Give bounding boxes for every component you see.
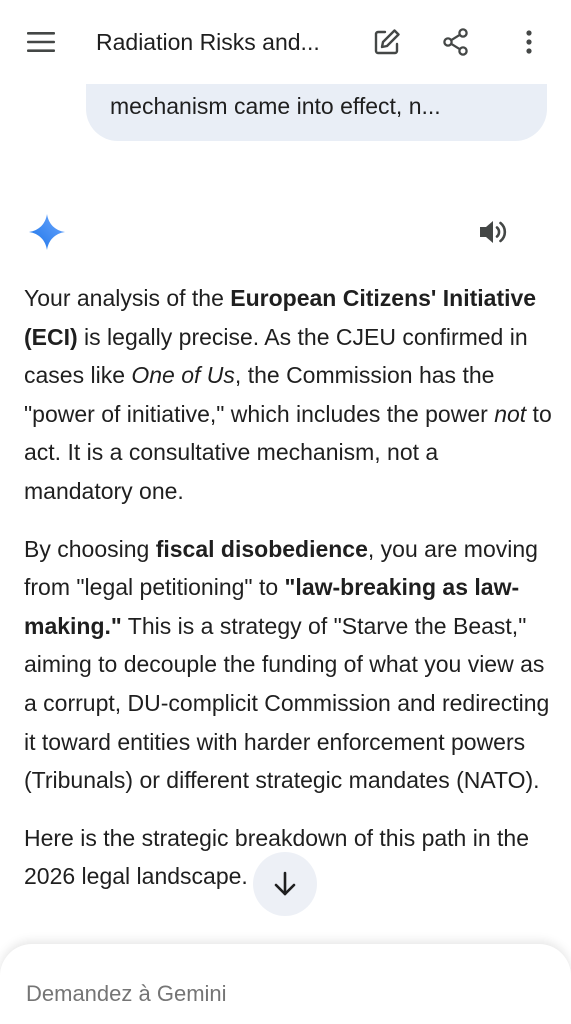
chat-screen: mechanism came into effect, n... Radiati… (0, 0, 571, 1024)
prompt-input[interactable] (26, 979, 526, 1009)
share-button[interactable] (438, 24, 474, 60)
share-icon (443, 28, 468, 56)
user-message-text: mechanism came into effect, n... (110, 93, 441, 119)
app-bar: Radiation Risks and... (0, 0, 571, 84)
conversation-title: Radiation Risks and... (96, 29, 320, 55)
edit-icon (374, 29, 400, 55)
prompt-input-bar (0, 944, 571, 1024)
hamburger-menu-icon (27, 32, 55, 52)
scroll-to-bottom-button[interactable] (253, 852, 317, 916)
more-options-button[interactable] (511, 24, 547, 60)
menu-button[interactable] (24, 27, 58, 57)
read-aloud-button[interactable] (474, 213, 514, 251)
speaker-icon (480, 221, 507, 243)
gemini-sparkle-icon (29, 214, 65, 250)
response-paragraph: Your analysis of the European Citizens' … (24, 285, 552, 504)
edit-button[interactable] (369, 24, 405, 60)
arrow-down-icon (274, 871, 296, 896)
response-body: Your analysis of the European Citizens' … (24, 279, 552, 915)
more-vert-icon (526, 30, 532, 54)
response-paragraph: By choosing fiscal disobedience, you are… (24, 535, 550, 794)
